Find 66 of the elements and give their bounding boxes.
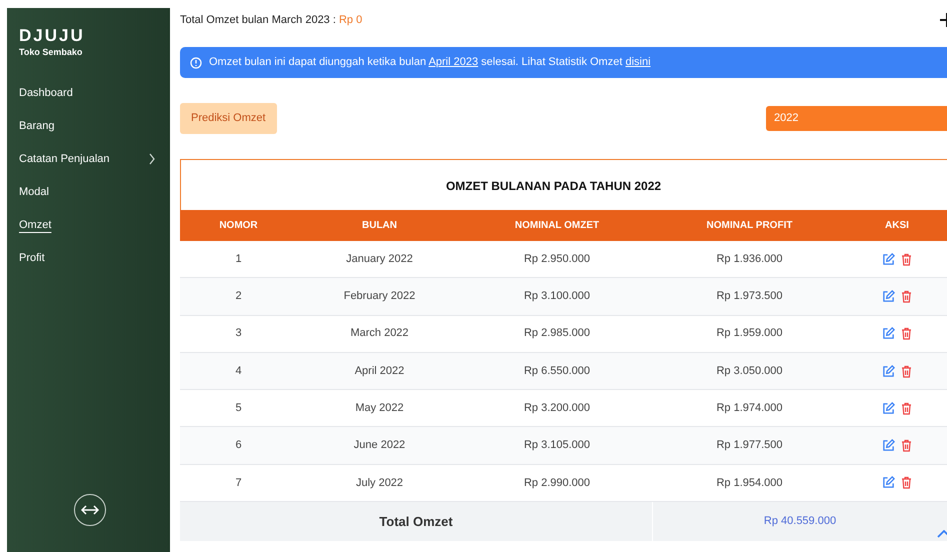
double-arrow-icon [80,505,98,515]
table-cell-text: July 2022 [354,476,404,491]
table-cell-text: Rp 1.959.000 [715,326,784,342]
edit-icon[interactable] [882,402,895,415]
brand-subtitle: Toko Sembako [19,46,84,58]
table-cell-text: Rp 2.990.000 [522,476,592,491]
edit-icon[interactable] [882,290,895,303]
table-cell-text: 3 [234,326,243,342]
edit-icon[interactable] [882,327,895,340]
alert-text: Omzet bulan ini dapat diunggah ketika bulan April 2023 selesai. Lihat Statistik Omzet disini [209,55,651,70]
table-cell-text: Rp 1.977.500 [715,438,784,454]
nav-item[interactable]: Dashboard [19,84,73,102]
table-cell-text: 4 [234,364,243,379]
month-link[interactable]: April 2023 [428,56,478,68]
trash-icon[interactable] [901,290,912,303]
table-cell-text: Rp 3.050.000 [715,364,784,379]
column-header: AKSI [884,219,910,233]
edit-icon[interactable] [882,476,895,490]
table-cell-text: June 2022 [352,438,406,454]
trash-icon[interactable] [901,327,912,340]
column-header: NOMINAL PROFIT [706,219,794,233]
trash-icon[interactable] [901,439,912,452]
scroll-top-icon[interactable] [937,530,947,538]
table-cell-text: 5 [234,401,243,416]
table-cell-text: Rp 3.105.000 [522,438,592,454]
table-cell-text: May 2022 [354,401,405,416]
statistics-link[interactable]: disini [625,56,651,68]
table-cell-text: Rp 3.200.000 [522,401,592,416]
collapse-toggle[interactable] [74,494,106,526]
table-cell-text: Rp 1.936.000 [715,252,784,267]
column-header: NOMINAL OMZET [514,219,600,233]
table-cell-text: Rp 6.550.000 [522,364,592,379]
table-cell-text: Rp 2.950.000 [522,252,592,267]
edit-icon[interactable] [882,252,895,266]
table-cell-text: Rp 1.954.000 [715,476,784,491]
edit-icon[interactable] [882,439,895,452]
nav-item[interactable]: Omzet [19,216,52,234]
column-header: BULAN [361,219,398,233]
table-cell-text: Rp 2.985.000 [522,326,592,342]
table-cell-text: 2 [234,289,243,304]
brand-title: DJUJU [19,26,86,46]
table-cell-text: April 2022 [354,364,406,379]
trash-icon[interactable] [901,252,912,266]
table-cell-text: 1 [234,252,243,267]
table-cell-text: January 2022 [345,252,414,267]
omzet-summary: Total Omzet bulan March 2023 : Rp 0 [180,12,362,28]
table-cell-text: 7 [234,476,243,491]
total-label: Total Omzet [378,512,454,531]
info-icon [190,56,202,68]
nav-item[interactable]: Barang [19,118,54,134]
table-cell-text: Rp 1.973.500 [715,289,784,304]
nav-item[interactable]: Modal [19,184,49,200]
table-cell-text: Rp 3.100.000 [522,289,592,304]
trash-icon[interactable] [901,402,912,415]
chevron-icon[interactable] [148,153,156,165]
total-value: Rp 40.559.000 [652,502,947,542]
column-header: NOMOR [218,219,259,233]
table-cell-text: 6 [234,438,243,454]
nav-item[interactable]: Profit [19,250,45,266]
table-cell-text: Rp 1.974.000 [715,401,784,416]
table-cell-text: February 2022 [342,289,416,304]
nav-item[interactable]: Catatan Penjualan [19,150,110,168]
edit-icon[interactable] [882,364,895,378]
trash-icon[interactable] [901,476,912,490]
table-cell-text: March 2022 [349,326,410,342]
trash-icon[interactable] [901,364,912,378]
